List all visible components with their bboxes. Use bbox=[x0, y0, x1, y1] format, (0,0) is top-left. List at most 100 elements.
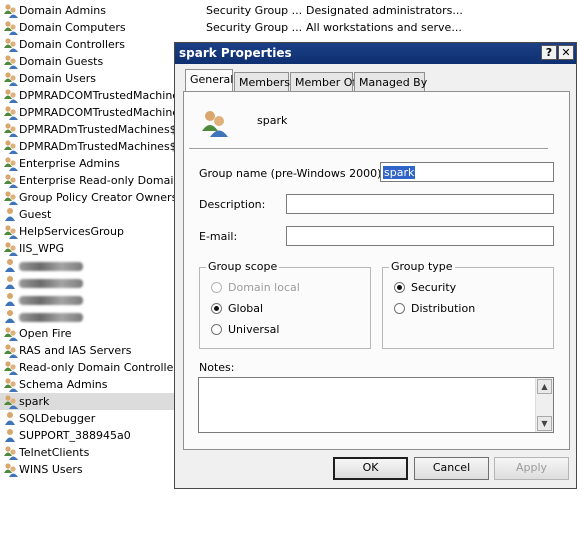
list-item-name: Group Policy Creator Owners bbox=[19, 191, 178, 204]
dialog-title-bar[interactable]: spark Properties ? ✕ bbox=[175, 43, 576, 64]
group-icon bbox=[4, 378, 18, 392]
list-item-name: IIS_WPG bbox=[19, 242, 65, 255]
list-item-name: DPMRADmTrustedMachines$CET bbox=[19, 140, 199, 153]
type-distribution-label: Distribution bbox=[411, 302, 476, 315]
notes-field[interactable]: ▲ ▼ bbox=[198, 377, 554, 433]
redacted-name bbox=[19, 313, 83, 322]
list-item[interactable]: Domain Admins Security Group ... Designate… bbox=[0, 2, 582, 19]
list-item-name: RAS and IAS Servers bbox=[19, 344, 132, 357]
list-item-name bbox=[19, 276, 83, 291]
group-icon bbox=[4, 344, 18, 358]
group-scope-box: Group scope bbox=[199, 260, 371, 349]
list-item-name bbox=[19, 310, 83, 325]
type-security-radio[interactable] bbox=[394, 282, 405, 293]
group-type-title: Group type bbox=[389, 260, 455, 273]
dialog-title: spark Properties bbox=[179, 46, 292, 60]
type-distribution-radio[interactable] bbox=[394, 303, 405, 314]
notes-label: Notes: bbox=[199, 361, 235, 374]
list-item-name: spark bbox=[19, 395, 50, 408]
list-item-name: WINS Users bbox=[19, 463, 83, 476]
list-item-name bbox=[19, 293, 83, 308]
group-icon bbox=[4, 106, 18, 120]
list-item-name: Open Fire bbox=[19, 327, 72, 340]
list-item-name: Domain Controllers bbox=[19, 38, 126, 51]
list-item-name: Enterprise Admins bbox=[19, 157, 120, 170]
scope-domain-local-radio[interactable] bbox=[211, 282, 222, 293]
list-item-description: All workstations and serve... bbox=[306, 21, 462, 34]
list-item-name: Domain Guests bbox=[19, 55, 104, 68]
list-item-name: Schema Admins bbox=[19, 378, 108, 391]
email-field[interactable] bbox=[286, 226, 554, 246]
list-item-name: Read-only Domain Controllers bbox=[19, 361, 184, 374]
scope-universal-label: Universal bbox=[228, 323, 280, 336]
list-item[interactable]: spark bbox=[0, 393, 174, 410]
scope-global-label: Global bbox=[228, 302, 264, 315]
notes-scrollbar[interactable]: ▲ ▼ bbox=[535, 378, 553, 432]
close-button[interactable]: ✕ bbox=[558, 45, 574, 60]
group-icon bbox=[4, 55, 18, 69]
object-name: spark bbox=[257, 114, 288, 127]
tab-member-of[interactable]: Member Of bbox=[290, 72, 356, 91]
list-item-description: Designated administrators... bbox=[306, 4, 463, 17]
cancel-button[interactable]: Cancel bbox=[414, 457, 489, 480]
group-icon bbox=[4, 21, 18, 35]
email-label: E-mail: bbox=[199, 230, 238, 243]
header-separator bbox=[189, 148, 548, 150]
group-scope-title: Group scope bbox=[206, 260, 280, 273]
redacted-name bbox=[19, 262, 83, 271]
list-item-name bbox=[19, 259, 83, 274]
tab-members[interactable]: Members bbox=[234, 72, 290, 91]
group-name-label: Group name (pre-Windows 2000): bbox=[199, 167, 386, 180]
list-item[interactable]: Domain Computers Security Group ... All wo… bbox=[0, 19, 582, 36]
group-icon bbox=[4, 123, 18, 137]
group-icon bbox=[4, 38, 18, 52]
group-icon bbox=[4, 327, 18, 341]
redacted-name bbox=[19, 279, 83, 288]
list-item-name: HelpServicesGroup bbox=[19, 225, 124, 238]
user-icon bbox=[5, 259, 15, 272]
type-security-label: Security bbox=[411, 281, 457, 294]
list-item-type: Security Group ... bbox=[206, 21, 303, 34]
user-icon bbox=[5, 429, 15, 442]
redacted-name bbox=[19, 296, 83, 305]
scope-domain-local-label: Domain local bbox=[228, 281, 300, 294]
tab-managed-by[interactable]: Managed By bbox=[354, 72, 427, 91]
group-icon bbox=[4, 446, 18, 460]
group-icon bbox=[4, 225, 18, 239]
list-item-name: DPMRADCOMTrustedMachines$C bbox=[19, 89, 200, 102]
group-icon bbox=[4, 463, 18, 477]
group-icon bbox=[4, 4, 18, 18]
group-icon bbox=[202, 111, 228, 137]
group-icon bbox=[4, 72, 18, 86]
group-icon bbox=[4, 89, 18, 103]
user-icon bbox=[5, 276, 15, 289]
properties-dialog: spark Properties ? ✕ General Members Mem… bbox=[174, 42, 577, 489]
apply-button[interactable]: Apply bbox=[494, 457, 569, 480]
group-icon bbox=[4, 395, 18, 409]
group-icon bbox=[4, 174, 18, 188]
list-item-name: Domain Admins bbox=[19, 4, 106, 17]
tab-general[interactable]: General bbox=[185, 69, 233, 92]
group-icon bbox=[4, 361, 18, 375]
description-field[interactable] bbox=[286, 194, 554, 214]
ok-button[interactable]: OK bbox=[333, 457, 408, 480]
list-item-name: Domain Computers bbox=[19, 21, 126, 34]
scope-global-radio[interactable] bbox=[211, 303, 222, 314]
list-item-name: TelnetClients bbox=[19, 446, 90, 459]
user-icon bbox=[5, 293, 15, 306]
group-icon bbox=[4, 191, 18, 205]
list-item-name: DPMRADCOMTrustedMachines$C bbox=[19, 106, 200, 119]
list-item-type: Security Group ... bbox=[206, 4, 303, 17]
list-item-name: SUPPORT_388945a0 bbox=[19, 429, 131, 442]
user-icon bbox=[5, 208, 15, 221]
description-label: Description: bbox=[199, 198, 266, 211]
user-icon bbox=[5, 412, 15, 425]
list-item-name: Guest bbox=[19, 208, 52, 221]
list-item-name: SQLDebugger bbox=[19, 412, 96, 425]
group-name-value: spark bbox=[383, 166, 416, 179]
scroll-down-arrow-icon[interactable]: ▼ bbox=[537, 416, 552, 431]
group-name-field[interactable]: spark bbox=[380, 162, 554, 182]
scope-universal-radio[interactable] bbox=[211, 324, 222, 335]
help-button[interactable]: ? bbox=[541, 45, 557, 60]
scroll-up-arrow-icon[interactable]: ▲ bbox=[537, 379, 552, 394]
